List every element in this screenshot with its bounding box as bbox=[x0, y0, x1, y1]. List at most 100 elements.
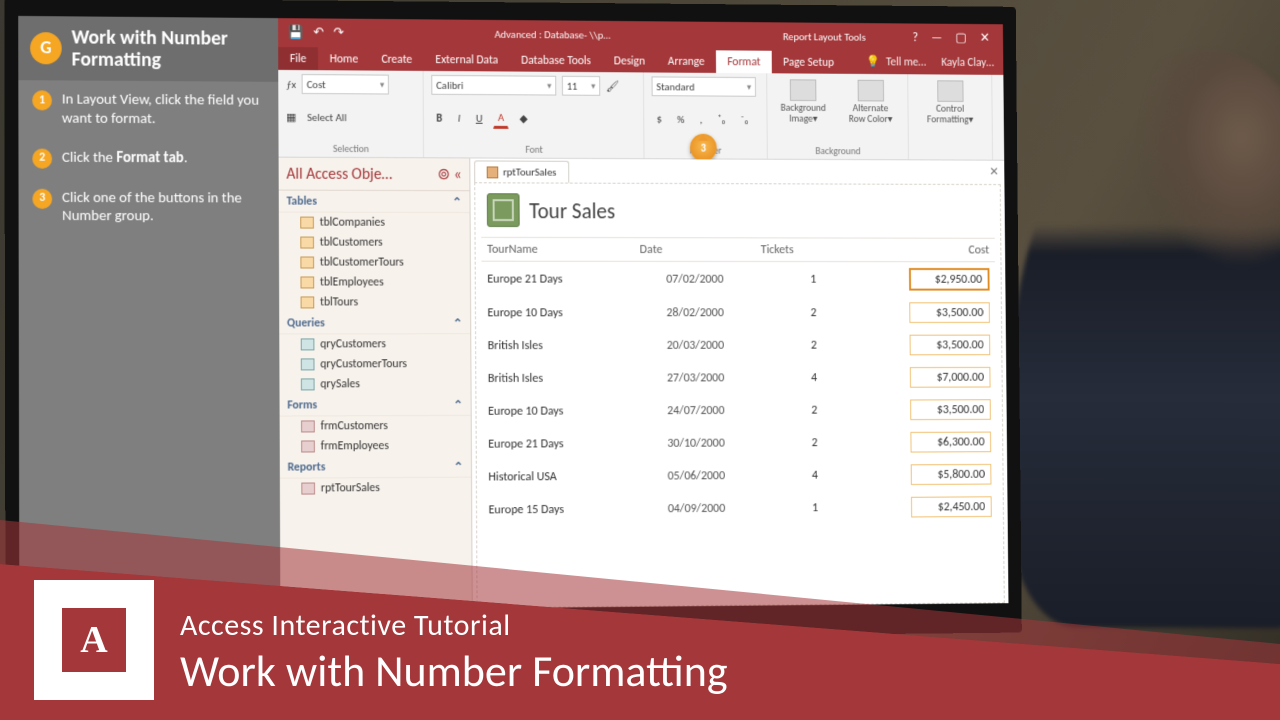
format-painter-icon[interactable]: 🖌 bbox=[606, 80, 619, 93]
nav-item[interactable]: tblCompanies bbox=[279, 213, 470, 233]
tab-create[interactable]: Create bbox=[370, 48, 424, 71]
cell-tourname[interactable]: Europe 10 Days bbox=[482, 394, 635, 427]
currency-button[interactable]: $ bbox=[652, 109, 667, 128]
alternate-row-color-button[interactable]: Alternate Row Color▾ bbox=[841, 78, 900, 126]
tab-format[interactable]: Format bbox=[716, 50, 772, 73]
help-icon[interactable]: ? bbox=[912, 30, 918, 45]
cell-cost[interactable]: $2,450.00 bbox=[835, 490, 997, 524]
cell-tourname[interactable]: British Isles bbox=[482, 362, 635, 395]
cell-tourname[interactable]: Historical USA bbox=[483, 460, 636, 494]
cell-tourname[interactable]: British Isles bbox=[482, 329, 635, 362]
bold-button[interactable]: B bbox=[431, 108, 447, 127]
increase-decimals-button[interactable]: ⁺₀ bbox=[713, 110, 730, 129]
nav-item[interactable]: tblCustomerTours bbox=[279, 252, 470, 272]
minimize-icon[interactable]: — bbox=[931, 30, 942, 45]
number-format-combo[interactable]: Standard▾ bbox=[652, 76, 756, 96]
cell-cost[interactable]: $3,500.00 bbox=[834, 329, 996, 362]
cell-tickets[interactable]: 2 bbox=[755, 296, 833, 329]
cell-tickets[interactable]: 4 bbox=[757, 459, 835, 492]
cell-tourname[interactable]: Europe 21 Days bbox=[482, 427, 635, 460]
nav-group-queries[interactable]: Queries⌃ bbox=[279, 312, 470, 334]
redo-icon[interactable]: ↷ bbox=[334, 25, 345, 40]
col-tourname[interactable]: TourName bbox=[481, 237, 634, 261]
percent-button[interactable]: % bbox=[672, 110, 689, 129]
cell-tickets[interactable]: 4 bbox=[756, 361, 834, 394]
tab-home[interactable]: Home bbox=[318, 47, 370, 70]
table-row[interactable]: Europe 15 Days 04/09/2000 1 $2,450.00 bbox=[483, 490, 998, 526]
cell-date[interactable]: 20/03/2000 bbox=[635, 329, 756, 362]
font-size-combo[interactable]: 11▾ bbox=[562, 76, 600, 96]
tab-external-data[interactable]: External Data bbox=[424, 48, 510, 71]
nav-item[interactable]: tblCustomers bbox=[279, 233, 470, 253]
cell-tickets[interactable]: 2 bbox=[756, 329, 834, 362]
selected-field-combo[interactable]: Cost▾ bbox=[302, 74, 389, 94]
nav-group-reports[interactable]: Reports⌃ bbox=[280, 456, 471, 479]
table-row[interactable]: British Isles 20/03/2000 2 $3,500.00 bbox=[482, 329, 996, 362]
save-icon[interactable]: 💾 bbox=[288, 25, 304, 40]
nav-item[interactable]: rptTourSales bbox=[280, 478, 471, 499]
comma-button[interactable]: , bbox=[695, 110, 707, 129]
cell-date[interactable]: 27/03/2000 bbox=[635, 362, 756, 395]
fill-color-button[interactable]: ◆ bbox=[515, 109, 533, 128]
cell-cost[interactable]: $3,500.00 bbox=[834, 393, 996, 426]
nav-group-forms[interactable]: Forms⌃ bbox=[280, 394, 471, 417]
nav-header[interactable]: All Access Obje… ⊚ « bbox=[279, 158, 470, 192]
navigation-pane[interactable]: All Access Obje… ⊚ « Tables⌃ tblCompanie… bbox=[279, 158, 473, 611]
cell-tickets[interactable]: 2 bbox=[756, 426, 834, 459]
nav-item[interactable]: qryCustomers bbox=[279, 334, 470, 354]
tell-me-search[interactable]: 💡 Tell me… Kayla Clay… bbox=[857, 49, 1003, 74]
tab-file[interactable]: File bbox=[278, 47, 318, 70]
table-row[interactable]: Historical USA 05/06/2000 4 $5,800.00 bbox=[483, 458, 998, 493]
cell-date[interactable]: 05/06/2000 bbox=[635, 459, 757, 492]
cell-cost[interactable]: $6,300.00 bbox=[834, 426, 996, 459]
col-cost[interactable]: Cost bbox=[833, 238, 995, 262]
font-family-combo[interactable]: Calibri▾ bbox=[431, 75, 556, 96]
cell-date[interactable]: 28/02/2000 bbox=[634, 296, 755, 329]
document-close-icon[interactable]: ✕ bbox=[989, 165, 999, 180]
close-icon[interactable]: ✕ bbox=[980, 30, 990, 45]
document-tab[interactable]: rptTourSales bbox=[474, 160, 569, 182]
report-canvas[interactable]: Tour Sales TourName Date Tickets Cost Eu… bbox=[474, 182, 1004, 608]
cell-date[interactable]: 07/02/2000 bbox=[634, 261, 755, 296]
table-row[interactable]: British Isles 27/03/2000 4 $7,000.00 bbox=[482, 361, 996, 395]
table-row[interactable]: Europe 10 Days 24/07/2000 2 $3,500.00 bbox=[482, 393, 996, 427]
cell-date[interactable]: 24/07/2000 bbox=[635, 394, 757, 427]
maximize-icon[interactable]: ▢ bbox=[955, 30, 967, 45]
tab-page-setup[interactable]: Page Setup bbox=[772, 51, 846, 74]
table-row[interactable]: Europe 21 Days 07/02/2000 1 $2,950.00 bbox=[481, 261, 995, 296]
cell-cost[interactable]: $5,800.00 bbox=[835, 458, 997, 491]
italic-button[interactable]: I bbox=[453, 108, 465, 127]
col-tickets[interactable]: Tickets bbox=[755, 238, 833, 262]
cell-tickets[interactable]: 2 bbox=[756, 394, 834, 427]
cell-tickets[interactable]: 1 bbox=[757, 491, 835, 524]
font-color-button[interactable]: A bbox=[493, 108, 509, 129]
background-image-button[interactable]: Background Image▾ bbox=[775, 77, 832, 125]
cell-tourname[interactable]: Europe 21 Days bbox=[481, 261, 634, 296]
table-row[interactable]: Europe 10 Days 28/02/2000 2 $3,500.00 bbox=[482, 296, 996, 329]
tab-database-tools[interactable]: Database Tools bbox=[510, 49, 603, 72]
control-formatting-button[interactable]: Control Formatting▾ bbox=[916, 78, 985, 126]
decrease-decimals-button[interactable]: ⁻₀ bbox=[736, 110, 753, 129]
nav-group-tables[interactable]: Tables⌃ bbox=[279, 191, 470, 213]
cell-cost[interactable]: $2,950.00 bbox=[833, 262, 995, 297]
nav-item[interactable]: qrySales bbox=[279, 374, 470, 394]
col-date[interactable]: Date bbox=[634, 238, 755, 262]
cell-date[interactable]: 30/10/2000 bbox=[635, 427, 757, 460]
nav-item[interactable]: frmEmployees bbox=[280, 436, 471, 457]
nav-item[interactable]: qryCustomerTours bbox=[279, 354, 470, 374]
undo-icon[interactable]: ↶ bbox=[313, 25, 324, 40]
cell-tourname[interactable]: Europe 15 Days bbox=[483, 493, 636, 527]
nav-item[interactable]: tblTours bbox=[279, 292, 470, 312]
underline-button[interactable]: U bbox=[471, 108, 488, 127]
select-all-button[interactable]: Select All bbox=[302, 107, 351, 126]
cell-tourname[interactable]: Europe 10 Days bbox=[482, 296, 635, 329]
cell-cost[interactable]: $7,000.00 bbox=[834, 361, 996, 394]
nav-item[interactable]: tblEmployees bbox=[279, 272, 470, 292]
table-row[interactable]: Europe 21 Days 30/10/2000 2 $6,300.00 bbox=[482, 426, 996, 461]
cell-date[interactable]: 04/09/2000 bbox=[636, 492, 758, 525]
collapse-icon[interactable]: ⊚ « bbox=[437, 164, 461, 184]
nav-item[interactable]: frmCustomers bbox=[280, 416, 471, 437]
cell-tickets[interactable]: 1 bbox=[755, 261, 833, 296]
cell-cost[interactable]: $3,500.00 bbox=[833, 296, 995, 328]
tab-arrange[interactable]: Arrange bbox=[656, 50, 716, 73]
